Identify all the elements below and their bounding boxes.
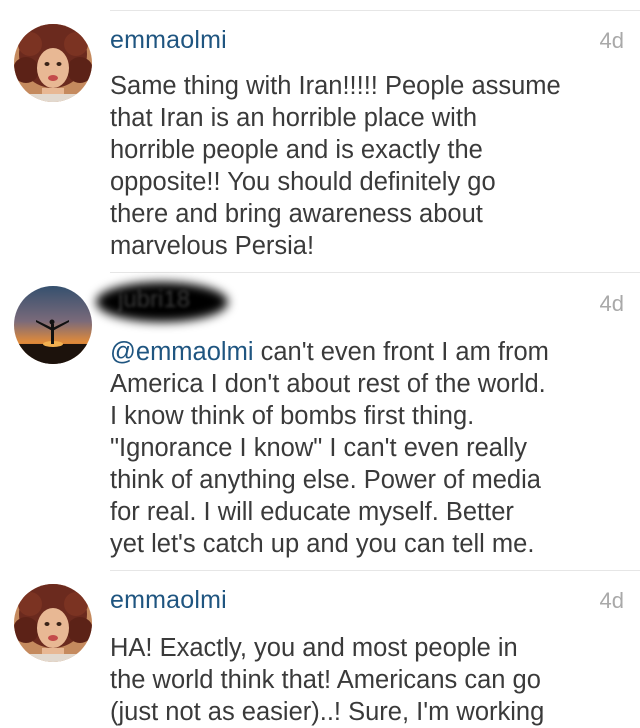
comment-line: America I don't about rest of the world.	[110, 370, 546, 398]
comment-line: there and bring awareness about	[110, 200, 483, 228]
comment-line: "Ignorance I know" I can't even really	[110, 434, 528, 462]
comment-line: I know think of bombs first thing.	[110, 402, 475, 430]
username[interactable]: jubri18	[118, 286, 190, 314]
divider	[110, 10, 640, 11]
divider	[110, 272, 640, 273]
comment-text: HA! Exactly, you and most people in the …	[110, 632, 628, 728]
comment-line: Same thing with Iran!!!!! People assume	[110, 72, 561, 100]
username[interactable]: emmaolmi	[110, 26, 227, 55]
comment-line: yet let's catch up and you can tell me.	[110, 530, 535, 558]
comment-line: think of anything else. Power of media	[110, 466, 541, 494]
sunset-silhouette-avatar	[14, 286, 92, 364]
comment-text: @emmaolmi can't even front I am from Ame…	[110, 336, 628, 560]
comment-line: HA! Exactly, you and most people in	[110, 634, 518, 662]
avatar[interactable]	[14, 286, 92, 364]
comment-line: opposite!! You should definitely go	[110, 168, 496, 196]
comment-line: for real. I will educate myself. Better	[110, 498, 514, 526]
user-avatar-photo	[14, 584, 92, 662]
comment-line: (just not as easier)..! Sure, I'm workin…	[110, 698, 545, 726]
comment-line: marvelous Persia!	[110, 232, 315, 260]
comment-text: Same thing with Iran!!!!! People assume …	[110, 70, 628, 262]
comment-line: that Iran is an horrible place with	[110, 104, 478, 132]
avatar[interactable]	[14, 24, 92, 102]
timestamp: 4d	[599, 588, 624, 613]
comment-line: @emmaolmi can't even front I am from	[110, 336, 628, 368]
comment-line: the world think that! Americans can go	[110, 666, 541, 694]
avatar[interactable]	[14, 584, 92, 662]
comment-line: horrible people and is exactly the	[110, 136, 483, 164]
divider	[110, 570, 640, 571]
comments-feed: emmaolmi 4d Same thing with Iran!!!!! Pe…	[0, 0, 640, 728]
user-avatar-photo	[14, 24, 92, 102]
timestamp: 4d	[599, 28, 624, 53]
comment-line-text: can't even front I am from	[253, 338, 549, 366]
username[interactable]: emmaolmi	[110, 586, 227, 615]
timestamp: 4d	[599, 291, 624, 316]
mention-link[interactable]: @emmaolmi	[110, 338, 254, 366]
